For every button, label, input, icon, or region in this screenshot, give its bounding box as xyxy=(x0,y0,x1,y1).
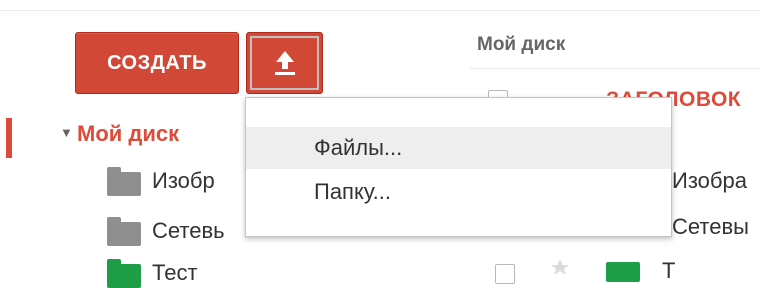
upload-button[interactable] xyxy=(246,32,323,94)
folder-icon xyxy=(107,167,141,196)
upload-arrow-icon xyxy=(274,51,295,75)
tree-root-my-drive[interactable]: Мой диск xyxy=(77,121,179,147)
sidebar-selection-marker xyxy=(6,118,12,158)
create-button-label: СОЗДАТЬ xyxy=(107,51,207,74)
create-button[interactable]: СОЗДАТЬ xyxy=(75,32,239,94)
list-item-network[interactable]: Сетевы xyxy=(672,214,749,240)
upload-menu: Файлы... Папку... xyxy=(245,97,672,237)
top-divider xyxy=(0,10,761,11)
breadcrumb: Мой диск xyxy=(477,34,566,55)
list-item-test[interactable]: Т xyxy=(662,258,675,284)
menu-item-files[interactable]: Файлы... xyxy=(246,127,671,169)
list-header-divider xyxy=(470,68,761,69)
row-checkbox[interactable] xyxy=(495,264,515,284)
folder-green-icon xyxy=(107,259,141,288)
tree-item-network[interactable]: Сетевь xyxy=(152,218,225,244)
star-icon[interactable] xyxy=(550,258,570,276)
tree-item-test[interactable]: Тест xyxy=(152,260,198,286)
menu-item-folder-label: Папку... xyxy=(314,179,391,204)
folder-green-icon xyxy=(606,262,640,282)
collapse-arrow-icon[interactable]: ▼ xyxy=(60,125,73,140)
menu-item-files-label: Файлы... xyxy=(314,135,403,160)
folder-icon xyxy=(107,217,141,246)
tree-item-images[interactable]: Изобр xyxy=(152,168,215,194)
menu-item-folder[interactable]: Папку... xyxy=(246,171,671,213)
list-item-images[interactable]: Изобра xyxy=(672,168,747,194)
